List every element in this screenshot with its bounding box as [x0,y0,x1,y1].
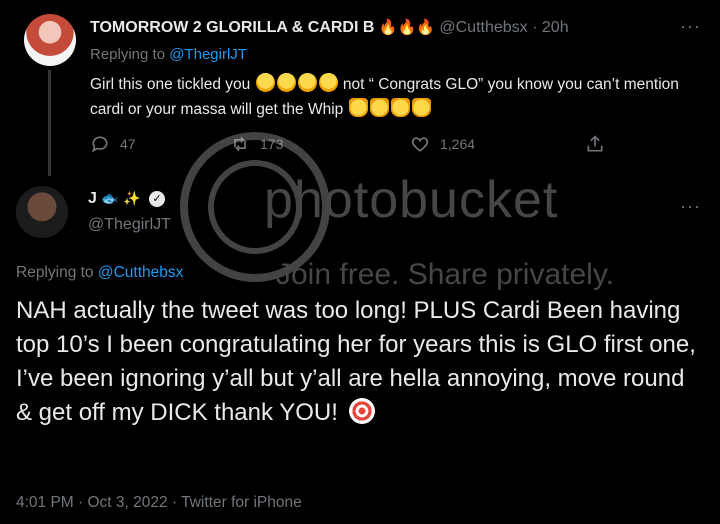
reply-tweet[interactable]: TOMORROW 2 GLORILLA & CARDI B 🔥🔥🔥 @Cutth… [0,0,720,176]
replying-to: Replying to @ThegirlJT [90,46,247,63]
share-button[interactable] [585,134,605,154]
like-count: 1,264 [440,136,476,152]
thread-line [48,70,51,176]
retweet-count: 173 [260,136,284,152]
verified-badge-icon: ✓ [149,191,166,207]
display-name[interactable]: J 🐟 ✨ ✓ [88,190,166,208]
tweet-actions: 47 173 1,264 [90,134,630,156]
tweet-text: NAH actually the tweet was too long! PLU… [16,294,706,430]
replying-to: Replying to @Cutthebsx [16,264,183,282]
fire-emoji-icon: 🔥🔥🔥 [378,19,435,36]
cat-tears-of-joy-emoji-icon [411,98,431,117]
tears-of-joy-emoji-icon [318,73,338,92]
replying-to-link[interactable]: @Cutthebsx [98,264,184,281]
cat-tears-of-joy-emoji-icon [348,98,368,117]
retweet-icon [234,136,246,152]
tears-of-joy-emoji-icon [276,73,296,92]
main-tweet: J 🐟 ✨ ✓ @ThegirlJT ··· Replying to @Cutt… [0,176,720,524]
timestamp[interactable]: 20h [542,19,569,36]
replying-prefix: Replying to [16,264,98,281]
display-name-text: J [88,190,97,207]
share-icon [587,135,603,152]
reply-button[interactable]: 47 [90,134,136,154]
avatar[interactable] [16,186,68,238]
cat-tears-of-joy-emoji-icon [369,98,389,117]
tweet-header: TOMORROW 2 GLORILLA & CARDI B 🔥🔥🔥 @Cutth… [90,18,569,37]
fish-emoji-icon: 🐟 [101,190,119,206]
separator: · [532,19,538,36]
cat-tears-of-joy-emoji-icon [390,98,410,117]
tears-of-joy-emoji-icon [297,73,317,92]
tweet-text: Girl this one tickled you not “ Congrats… [90,72,690,122]
display-name[interactable]: TOMORROW 2 GLORILLA & CARDI B [90,19,374,36]
handle[interactable]: @Cutthebsx [439,19,527,36]
direct-hit-emoji-icon [348,398,375,424]
like-button[interactable]: 1,264 [410,134,475,154]
reply-icon [91,136,108,153]
replying-prefix: Replying to [90,46,170,63]
magic-wand-emoji-icon: ✨ [123,190,141,206]
tweet-metadata: 4:01 PM · Oct 3, 2022 · Twitter for iPho… [16,494,302,511]
more-icon[interactable]: ··· [680,16,701,37]
handle[interactable]: @ThegirlJT [88,216,171,234]
tweet-text-part1: Girl this one tickled you [90,76,251,93]
reply-count: 47 [120,136,136,152]
replying-to-link[interactable]: @ThegirlJT [169,46,247,63]
avatar[interactable] [24,14,76,66]
like-icon [411,137,429,152]
shushing-face-emoji-icon [255,73,275,92]
retweet-button[interactable]: 173 [230,134,283,154]
more-icon[interactable]: ··· [680,196,701,217]
